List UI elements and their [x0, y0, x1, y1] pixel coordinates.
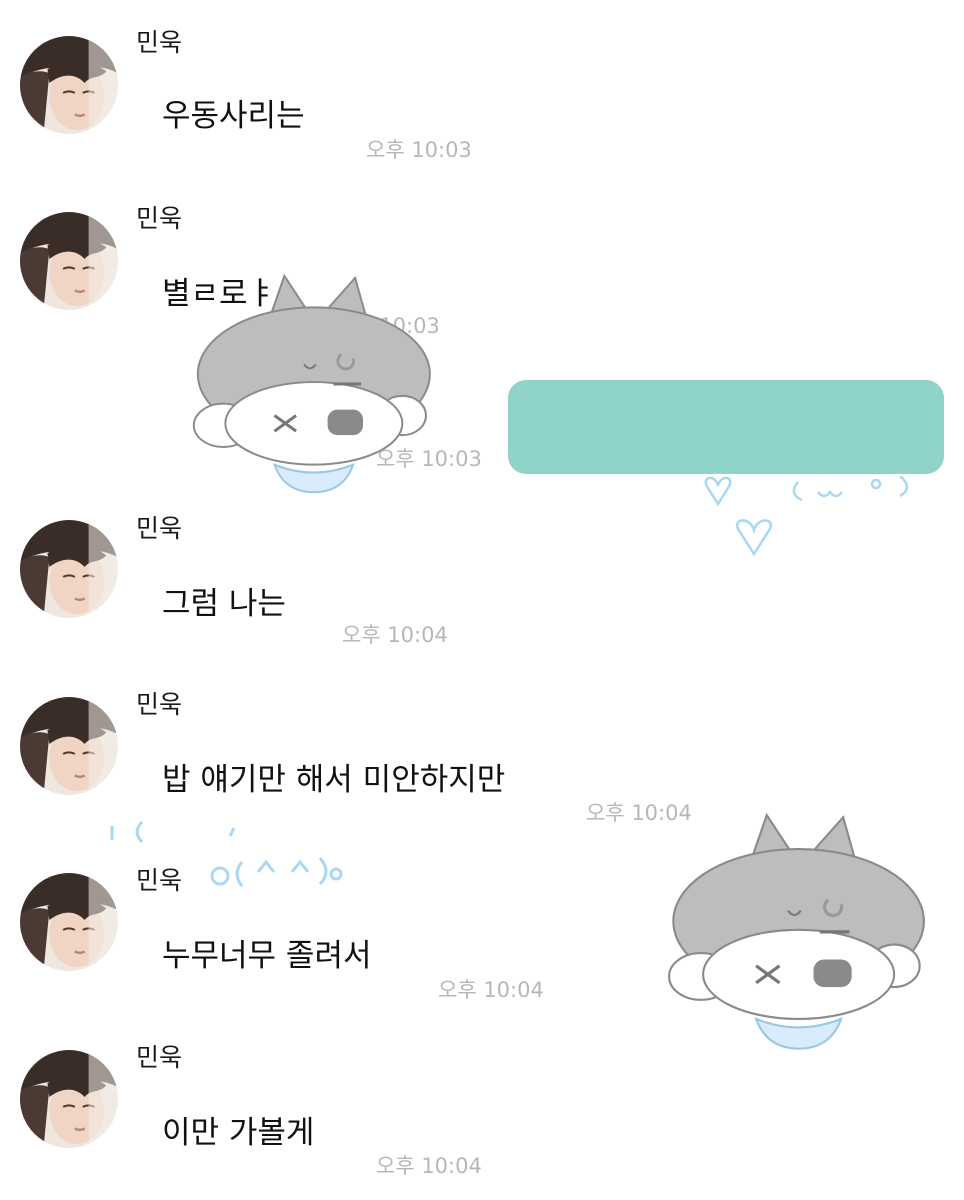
sender-name: 민욱 [136, 204, 183, 233]
message-time: 오후 10:04 [376, 1154, 482, 1178]
sender-name: 민욱 [136, 1043, 183, 1072]
avatar[interactable] [20, 873, 118, 971]
message-time: 오후 10:04 [342, 623, 448, 647]
heart-doodle-icon [700, 475, 930, 576]
sender-name: 민욱 [136, 514, 183, 543]
message-time: 오후 10:04 [438, 978, 544, 1002]
avatar[interactable] [20, 1050, 118, 1148]
avatar[interactable] [20, 697, 118, 795]
message-time: 오후 10:03 [366, 138, 472, 162]
avatar[interactable] [20, 36, 118, 134]
sender-name: 민욱 [136, 866, 183, 895]
avatar[interactable] [20, 520, 118, 618]
outgoing-message-bubble[interactable] [508, 380, 944, 474]
sender-name: 민욱 [136, 690, 183, 719]
sender-name: 민욱 [136, 28, 183, 57]
message-text[interactable]: 밥 얘기만 해서 미안하지만 [162, 765, 505, 796]
message-text[interactable]: 누무너무 졸려서 [162, 941, 372, 972]
message-text[interactable]: 그럼 나는 [162, 589, 286, 620]
avatar[interactable] [20, 212, 118, 310]
message-text[interactable]: 우동사리는 [162, 101, 305, 132]
sticker-time: 오후 10:03 [376, 447, 482, 471]
cat-sticker[interactable] [650, 806, 926, 1062]
message-text[interactable]: 이만 가볼게 [162, 1118, 314, 1149]
